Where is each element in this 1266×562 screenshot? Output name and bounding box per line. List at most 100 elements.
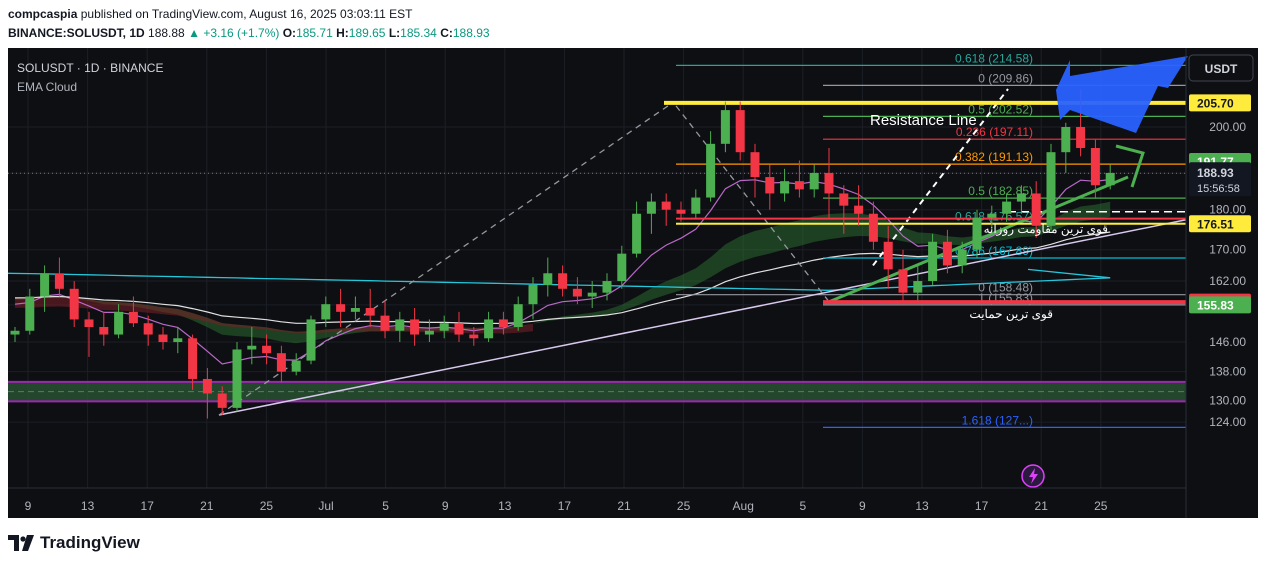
candle-body[interactable] [188,338,198,379]
candle-body[interactable] [632,213,642,254]
candle-body[interactable] [454,323,464,335]
candle-body[interactable] [1046,152,1056,226]
candle-body[interactable] [336,304,346,312]
candle-body[interactable] [513,304,523,327]
candle-body[interactable] [173,338,183,343]
candle-body[interactable] [780,181,790,194]
time-axis-tick-label: 13 [81,499,95,513]
candle-body[interactable] [202,378,212,394]
candle-body[interactable] [99,327,109,335]
price-chart[interactable]: 0.618 (214.58)0 (209.86)0.5 (202.52)0.23… [8,48,1258,518]
candle-body[interactable] [365,308,375,316]
tradingview-logo[interactable]: TradingView [8,533,140,553]
chart-legend-indicator[interactable]: EMA Cloud [17,80,77,94]
candle-body[interactable] [1031,193,1041,226]
candle-body[interactable] [380,315,390,331]
candle-body[interactable] [942,241,952,266]
candle-body[interactable] [143,323,153,335]
candle-body[interactable] [572,288,582,297]
candle-body[interactable] [691,197,701,214]
candle-body[interactable] [587,292,597,297]
candle-body[interactable] [824,172,834,194]
candle-body[interactable] [410,319,420,335]
candle-body[interactable] [543,273,553,285]
candle-body[interactable] [676,209,686,214]
candle-body[interactable] [40,273,50,297]
candle-body[interactable] [706,143,716,198]
candle-body[interactable] [913,281,923,293]
candle-body[interactable] [1090,148,1100,186]
time-axis-tick-label: 13 [915,499,929,513]
currency-label: USDT [1205,62,1238,76]
candle-body[interactable] [661,201,671,210]
candle-body[interactable] [1076,127,1086,149]
chart-annotation-text: Resistance Line [870,112,977,129]
candle-body[interactable] [276,353,286,372]
chart-header: compcaspia published on TradingView.com,… [0,0,1266,48]
candle-body[interactable] [395,319,405,331]
time-axis-tick-label: 21 [617,499,631,513]
candle-body[interactable] [439,323,449,331]
candle-body[interactable] [765,177,775,194]
candle-body[interactable] [484,319,494,339]
candle-body[interactable] [306,319,316,361]
candle-body[interactable] [498,319,508,327]
candle-body[interactable] [1016,193,1026,202]
candle-body[interactable] [158,334,168,343]
currency-button[interactable]: USDT [1188,54,1254,82]
candle-body[interactable] [469,334,479,339]
candle-body[interactable] [69,288,79,320]
candle-body[interactable] [617,253,627,282]
fib-level-label: 0.382 (191.13) [955,150,1033,164]
candle-body[interactable] [750,152,760,178]
candle-body[interactable] [84,319,94,327]
time-axis-tick-label: Jul [318,499,333,513]
candle-body[interactable] [424,330,434,335]
candle-body[interactable] [735,110,745,153]
candle-body[interactable] [232,349,242,408]
candle-body[interactable] [602,281,612,293]
candle-body[interactable] [972,217,982,250]
candle-body[interactable] [898,269,908,293]
candle-body[interactable] [217,393,227,408]
time-axis-tick-label: 25 [1094,499,1108,513]
candle-body[interactable] [868,213,878,242]
candle-body[interactable] [114,311,124,335]
candle-body[interactable] [291,360,301,372]
candle-body[interactable] [528,284,538,305]
candle-body[interactable] [128,311,138,324]
time-axis-tick-label: 25 [260,499,274,513]
price-badge-label: 176.51 [1197,217,1234,231]
close-label: C: [440,26,453,40]
low-label: L: [388,26,401,40]
time-axis-tick-label: 9 [25,499,32,513]
candle-body[interactable] [839,193,849,206]
publish-line: compcaspia published on TradingView.com,… [8,7,413,21]
candle-body[interactable] [321,304,331,320]
candle-body[interactable] [987,213,997,218]
time-axis-tick-label: 17 [975,499,989,513]
candle-body[interactable] [262,345,272,354]
candle-body[interactable] [809,172,819,190]
candle-body[interactable] [54,273,64,289]
fib-level-label: 0.618 (214.58) [955,51,1033,65]
candle-body[interactable] [25,296,35,331]
candle-body[interactable] [1061,127,1071,153]
candle-body[interactable] [957,249,967,266]
candle-body[interactable] [350,308,360,312]
candle-body[interactable] [928,241,938,282]
price-axis-tick-label: 130.00 [1209,394,1246,408]
candle-body[interactable] [1105,172,1115,186]
candle-body[interactable] [1002,201,1012,214]
candle-body[interactable] [794,181,804,190]
candle-body[interactable] [883,241,893,270]
publisher-name[interactable]: compcaspia [8,7,77,21]
candle-body[interactable] [720,110,730,144]
candle-body[interactable] [646,201,656,214]
candle-body[interactable] [558,273,568,289]
candle-body[interactable] [10,330,20,335]
price-axis-tick-label: 162.00 [1209,274,1246,288]
candle-body[interactable] [247,345,257,350]
candle-body[interactable] [854,205,864,214]
chart-area[interactable]: 0.618 (214.58) 0 (209.86) 0.5 (202.52) 0.23… [8,48,1258,518]
